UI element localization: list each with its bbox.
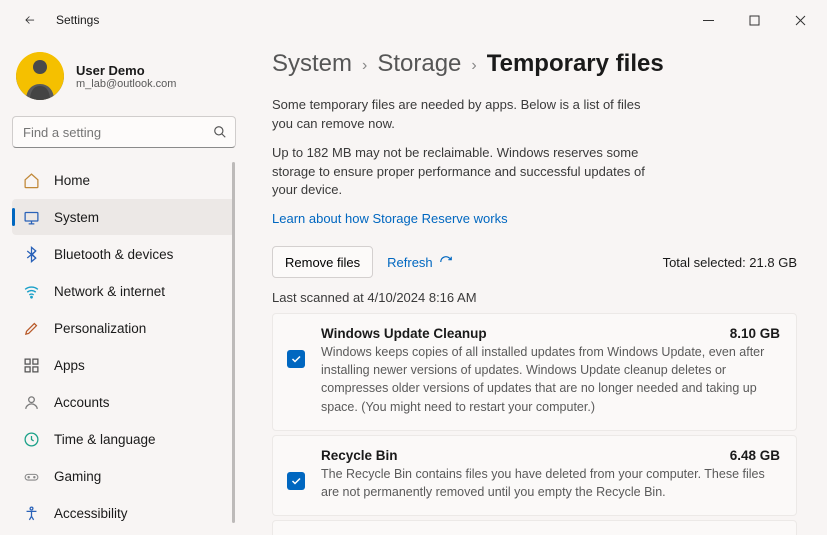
file-title: Windows Update Cleanup <box>321 326 487 341</box>
breadcrumb-system[interactable]: System <box>272 50 352 78</box>
chevron-right-icon: › <box>362 53 367 75</box>
sidebar-item-accounts[interactable]: Accounts <box>12 384 235 420</box>
file-card-downloads[interactable]: Downloads6.18 GB Warning: These are file… <box>272 520 797 535</box>
checkbox-checked[interactable] <box>287 350 305 368</box>
file-description: Windows keeps copies of all installed up… <box>321 343 780 416</box>
window-title: Settings <box>56 13 99 27</box>
gamepad-icon <box>22 467 40 485</box>
sidebar-item-label: Apps <box>54 358 85 373</box>
file-card-windows-update[interactable]: Windows Update Cleanup 8.10 GB Windows ke… <box>272 313 797 431</box>
page-description-2: Up to 182 MB may not be reclaimable. Win… <box>272 144 652 201</box>
search-icon[interactable] <box>210 122 230 142</box>
file-list: Windows Update Cleanup 8.10 GB Windows ke… <box>272 313 797 535</box>
remove-files-button[interactable]: Remove files <box>272 246 373 278</box>
system-icon <box>22 208 40 226</box>
file-size: 6.48 GB <box>730 448 780 463</box>
page-description-1: Some temporary files are needed by apps.… <box>272 96 652 134</box>
sidebar-item-apps[interactable]: Apps <box>12 347 235 383</box>
refresh-label: Refresh <box>387 255 433 270</box>
file-size: 8.10 GB <box>730 326 780 341</box>
back-button[interactable] <box>20 10 40 30</box>
search-input[interactable] <box>12 116 236 148</box>
sidebar-item-label: Network & internet <box>54 284 165 299</box>
total-selected: Total selected: 21.8 GB <box>663 255 797 270</box>
user-email: m_lab@outlook.com <box>76 78 176 90</box>
sidebar: User Demo m_lab@outlook.com Home System … <box>0 40 248 535</box>
user-block[interactable]: User Demo m_lab@outlook.com <box>12 44 236 116</box>
nav: Home System Bluetooth & devices Network … <box>12 162 236 523</box>
sidebar-item-time[interactable]: Time & language <box>12 421 235 457</box>
sidebar-item-label: Accessibility <box>54 506 128 521</box>
checkbox-checked[interactable] <box>287 472 305 490</box>
sidebar-item-label: Time & language <box>54 432 156 447</box>
storage-reserve-link[interactable]: Learn about how Storage Reserve works <box>272 211 508 226</box>
maximize-button[interactable] <box>731 4 777 36</box>
close-button[interactable] <box>777 4 823 36</box>
file-title: Recycle Bin <box>321 448 398 463</box>
file-description: The Recycle Bin contains files you have … <box>321 465 780 501</box>
home-icon <box>22 171 40 189</box>
breadcrumb-current: Temporary files <box>487 50 664 78</box>
sidebar-item-personalization[interactable]: Personalization <box>12 310 235 346</box>
chevron-right-icon: › <box>471 53 476 75</box>
avatar <box>16 52 64 100</box>
apps-icon <box>22 356 40 374</box>
wifi-icon <box>22 282 40 300</box>
brush-icon <box>22 319 40 337</box>
sidebar-item-system[interactable]: System <box>12 199 235 235</box>
sidebar-item-accessibility[interactable]: Accessibility <box>12 495 235 523</box>
sidebar-item-label: Gaming <box>54 469 101 484</box>
sidebar-item-label: Bluetooth & devices <box>54 247 173 262</box>
breadcrumb: System › Storage › Temporary files <box>272 50 797 78</box>
sidebar-item-label: System <box>54 210 99 225</box>
sidebar-item-home[interactable]: Home <box>12 162 235 198</box>
refresh-icon <box>439 255 453 269</box>
sidebar-item-label: Accounts <box>54 395 110 410</box>
sidebar-item-bluetooth[interactable]: Bluetooth & devices <box>12 236 235 272</box>
sidebar-item-label: Home <box>54 173 90 188</box>
scan-time: Last scanned at 4/10/2024 8:16 AM <box>272 290 797 305</box>
main: System › Storage › Temporary files Some … <box>248 40 827 535</box>
file-card-recycle-bin[interactable]: Recycle Bin 6.48 GB The Recycle Bin conta… <box>272 435 797 516</box>
sidebar-item-gaming[interactable]: Gaming <box>12 458 235 494</box>
sidebar-item-label: Personalization <box>54 321 146 336</box>
person-icon <box>22 393 40 411</box>
bluetooth-icon <box>22 245 40 263</box>
user-name: User Demo <box>76 63 176 78</box>
sidebar-item-network[interactable]: Network & internet <box>12 273 235 309</box>
refresh-button[interactable]: Refresh <box>387 255 453 270</box>
titlebar: Settings <box>0 0 827 40</box>
minimize-button[interactable] <box>685 4 731 36</box>
clock-icon <box>22 430 40 448</box>
accessibility-icon <box>22 504 40 522</box>
action-row: Remove files Refresh Total selected: 21.… <box>272 246 797 278</box>
breadcrumb-storage[interactable]: Storage <box>377 50 461 78</box>
